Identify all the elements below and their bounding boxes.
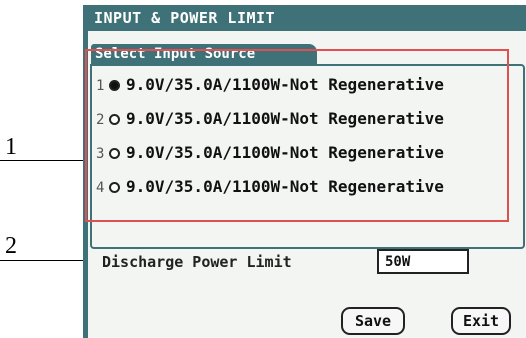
save-button[interactable]: Save (341, 307, 405, 335)
discharge-power-limit-input[interactable] (377, 249, 469, 274)
callout-number-1: 1 (5, 134, 17, 160)
callout-line-1 (0, 160, 95, 161)
discharge-power-limit-label: Discharge Power Limit (102, 253, 292, 271)
callout-number-2: 2 (5, 233, 17, 259)
exit-button[interactable]: Exit (451, 307, 511, 335)
selection-highlight-box (85, 49, 509, 222)
device-window: INPUT & POWER LIMIT Select Input Source … (83, 5, 526, 338)
screen-title: INPUT & POWER LIMIT (94, 9, 276, 27)
